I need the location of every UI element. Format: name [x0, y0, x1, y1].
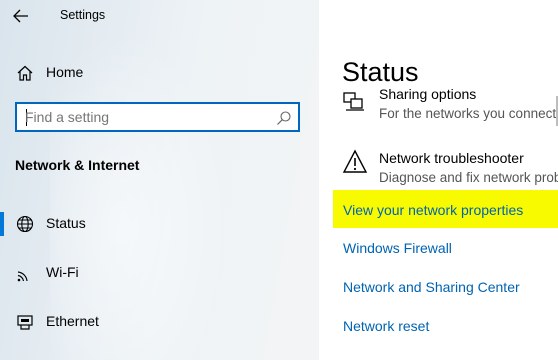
windows-firewall-link[interactable]: Windows Firewall [343, 240, 452, 256]
back-arrow-icon [13, 9, 28, 23]
ethernet-icon [17, 315, 33, 330]
sidebar-item-ethernet[interactable]: Ethernet [0, 305, 319, 339]
sidebar: Settings Home Network & Internet Status [0, 0, 319, 360]
view-network-properties-link[interactable]: View your network properties [343, 202, 523, 218]
globe-icon [16, 215, 34, 233]
sidebar-item-label: Status [46, 215, 86, 231]
sidebar-item-label: Ethernet [46, 313, 99, 329]
search-input[interactable] [25, 108, 275, 126]
sidebar-item-label: Home [46, 64, 84, 80]
item-subtitle: Diagnose and fix network problems [379, 170, 558, 185]
item-subtitle: For the networks you connect to [379, 106, 558, 121]
main-content: Status Sharing options For the networks … [319, 0, 558, 360]
sidebar-item-home[interactable]: Home [0, 56, 319, 90]
sidebar-item-label: Wi-Fi [46, 264, 79, 280]
network-reset-link[interactable]: Network reset [343, 318, 429, 334]
item-title: Network troubleshooter [379, 150, 524, 166]
sharing-options-icon [343, 92, 364, 111]
wifi-icon [17, 271, 28, 282]
search-icon[interactable] [276, 110, 292, 126]
search-field[interactable] [15, 102, 300, 132]
back-button[interactable] [10, 6, 32, 26]
title-bar: Settings [0, 0, 319, 32]
section-title: Network & Internet [15, 157, 140, 173]
home-icon [17, 65, 33, 81]
network-sharing-center-link[interactable]: Network and Sharing Center [343, 279, 520, 295]
window-title: Settings [60, 8, 106, 22]
sidebar-item-status[interactable]: Status [0, 207, 319, 241]
sidebar-item-wifi[interactable]: Wi-Fi [0, 256, 319, 290]
sharing-options-item[interactable]: Sharing options For the networks you con… [342, 84, 558, 124]
network-troubleshooter-item[interactable]: Network troubleshooter Diagnose and fix … [342, 148, 558, 188]
warning-icon [342, 149, 368, 173]
item-title: Sharing options [379, 86, 477, 102]
